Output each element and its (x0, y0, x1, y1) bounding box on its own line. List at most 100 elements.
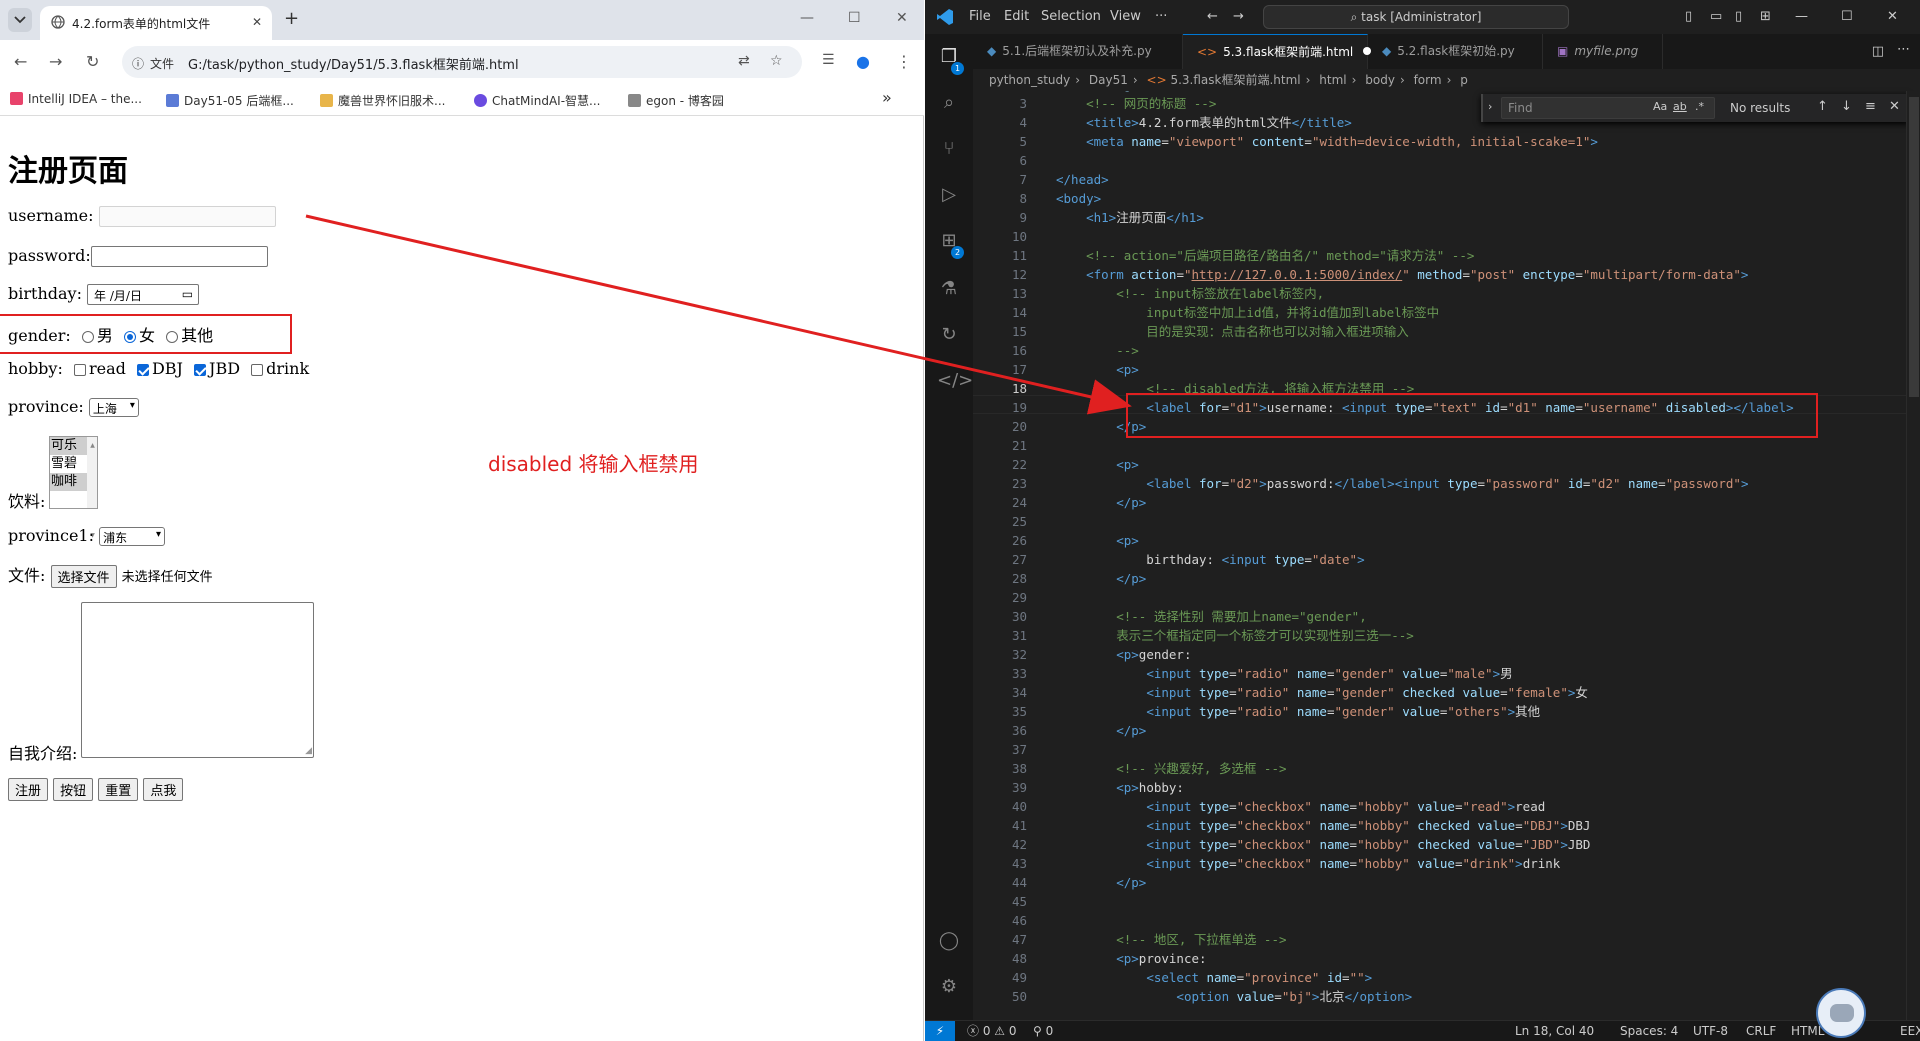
choose-file-button[interactable]: 选择文件 (50, 565, 117, 588)
editor-scrollbar[interactable] (1906, 91, 1920, 1020)
profile-avatar-icon[interactable]: ● (856, 52, 870, 71)
nav-back-icon[interactable]: ← (1207, 9, 1218, 24)
close-window-button[interactable]: ✕ (896, 10, 908, 26)
chevron-right-icon[interactable]: › (1488, 100, 1492, 113)
code-line[interactable]: 41 <input type="checkbox" name="hobby" c… (973, 816, 1920, 835)
menu-edit[interactable]: Edit (1004, 9, 1029, 24)
hobby-checkbox-read[interactable] (73, 363, 86, 376)
reload-icon[interactable]: ↻ (86, 52, 99, 71)
bookmark-item[interactable]: egon - 博客园 (628, 92, 724, 109)
reading-list-icon[interactable]: ☰ (822, 52, 835, 68)
code-line[interactable]: 49 <select name="province" id=""> (973, 968, 1920, 987)
code-line[interactable]: 21 (973, 436, 1920, 455)
editor-tab[interactable]: ▣ myfile.png (1543, 34, 1663, 69)
match-case-icon[interactable]: Aa (1653, 100, 1667, 113)
translate-icon[interactable]: ⇄ (738, 53, 750, 69)
password-label[interactable]: password: (8, 246, 91, 265)
click-me-button[interactable]: 点我 (143, 778, 184, 801)
plain-button[interactable]: 按钮 (53, 778, 94, 801)
code-line[interactable]: 5 <meta name="viewport" content="width=d… (973, 132, 1920, 151)
code-line[interactable]: 25 (973, 512, 1920, 531)
code-line[interactable]: 11 <!-- action="后端项目路径/路由名/" method="请求方… (973, 246, 1920, 265)
line-ending[interactable]: CRLF (1746, 1021, 1776, 1041)
bookmark-item[interactable]: 魔兽世界怀旧服术... (320, 92, 445, 109)
address-bar[interactable]: ⓘ 文件 G:/task/python_study/Day51/5.3.flas… (122, 46, 802, 78)
hobby-checkbox-dbj[interactable] (136, 363, 149, 376)
breadcrumb-item[interactable]: html (1319, 73, 1346, 87)
cursor-position[interactable]: Ln 18, Col 40 (1515, 1021, 1594, 1041)
customize-layout-icon[interactable]: ⊞ (1760, 9, 1771, 24)
menu-view[interactable]: View (1110, 9, 1141, 24)
back-arrow-icon[interactable]: ← (14, 52, 27, 71)
next-match-icon[interactable]: ↓ (1841, 99, 1852, 114)
ports-indicator[interactable]: ⚲ 0 (1033, 1021, 1053, 1041)
source-control-icon[interactable]: ⑂ (937, 138, 961, 162)
account-icon[interactable]: ◯ (937, 930, 961, 954)
close-find-icon[interactable]: ✕ (1889, 99, 1900, 114)
listbox-scrollbar[interactable]: ▲ ▼ (87, 437, 97, 539)
code-line[interactable]: 39 <p>hobby: (973, 778, 1920, 797)
code-line[interactable]: 42 <input type="checkbox" name="hobby" c… (973, 835, 1920, 854)
close-window-button[interactable]: ✕ (1887, 9, 1898, 24)
code-line[interactable]: 38 <!-- 兴趣爱好, 多选框 --> (973, 759, 1920, 778)
province1-select[interactable]: 浦东 ▾ (99, 527, 166, 546)
bookmarks-overflow-button[interactable]: » (882, 88, 892, 107)
nav-forward-icon[interactable]: → (1233, 9, 1244, 24)
maximize-button[interactable]: ☐ (1841, 9, 1853, 24)
run-debug-icon[interactable]: ▷ (937, 184, 961, 208)
intro-textarea[interactable]: ◢ (81, 602, 314, 758)
bookmark-item[interactable]: ChatMindAI-智慧... (474, 92, 600, 109)
problems-indicator[interactable]: ⓧ 0 ⚠ 0 (967, 1021, 1017, 1041)
code-line[interactable]: 33 <input type="radio" name="gender" val… (973, 664, 1920, 683)
code-line[interactable]: 45 (973, 892, 1920, 911)
code-line[interactable]: 32 <p>gender: (973, 645, 1920, 664)
code-line[interactable]: 12 <form action="http://127.0.0.1:5000/i… (973, 265, 1920, 284)
code-icon[interactable]: </> (937, 370, 973, 394)
code-line[interactable]: 28 </p> (973, 569, 1920, 588)
find-in-selection-icon[interactable]: ≡ (1865, 99, 1876, 114)
tab-search-button[interactable] (8, 8, 32, 32)
status-tail[interactable]: EEX (1900, 1021, 1920, 1041)
bookmark-item[interactable]: IntelliJ IDEA – the... (10, 92, 142, 106)
bookmark-star-icon[interactable]: ☆ (770, 53, 783, 69)
assistant-avatar-icon[interactable] (1816, 988, 1866, 1038)
code-line[interactable]: 29 (973, 588, 1920, 607)
code-line[interactable]: 37 (973, 740, 1920, 759)
testing-flask-icon[interactable]: ⚗ (937, 278, 961, 302)
code-line[interactable]: 13 <!-- input标签放在label标签内, (973, 284, 1920, 303)
code-line[interactable]: 34 <input type="radio" name="gender" che… (973, 683, 1920, 702)
previous-match-icon[interactable]: ↑ (1817, 99, 1828, 114)
code-line[interactable]: 40 <input type="checkbox" name="hobby" v… (973, 797, 1920, 816)
editor-tab-active[interactable]: <> 5.3.flask框架前端.html (1183, 34, 1372, 69)
maximize-button[interactable]: ☐ (848, 10, 861, 26)
bookmark-item[interactable]: Day51-05 后端框... (166, 92, 294, 109)
code-line[interactable]: 8 <body> (973, 189, 1920, 208)
split-editor-icon[interactable]: ◫ (1872, 44, 1884, 59)
code-line[interactable]: 48 <p>province: (973, 949, 1920, 968)
province-select[interactable]: 上海 ▾ (88, 398, 139, 417)
birthday-date-input[interactable]: 年 /月/日 ▭ (87, 284, 200, 305)
register-button[interactable]: 注册 (8, 778, 49, 801)
code-line[interactable]: 14 input标签中加上id值，并将id值加到label标签中 (973, 303, 1920, 322)
menu-more[interactable]: ··· (1155, 9, 1167, 24)
toggle-secondary-sidebar-icon[interactable]: ▯ (1735, 9, 1742, 24)
code-line[interactable]: 47 <!-- 地区, 下拉框单选 --> (973, 930, 1920, 949)
gear-icon[interactable]: ⚙ (937, 976, 961, 1000)
editor-tab[interactable]: ◆ 5.1.后端框架初认及补充.py (973, 34, 1183, 69)
username-label[interactable]: username: (8, 206, 94, 225)
url-text[interactable]: G:/task/python_study/Day51/5.3.flask框架前端… (188, 54, 519, 73)
info-icon[interactable]: ⓘ (132, 55, 144, 72)
toggle-sidebar-icon[interactable]: ▯ (1685, 9, 1692, 24)
minimize-button[interactable]: — (1795, 9, 1808, 24)
code-line[interactable]: 36 </p> (973, 721, 1920, 740)
command-center-search[interactable]: ⌕ task [Administrator] (1263, 5, 1569, 29)
resize-grip-icon[interactable]: ◢ (305, 746, 312, 756)
search-icon[interactable]: ⌕ (937, 92, 961, 116)
forward-arrow-icon[interactable]: → (49, 52, 62, 71)
regex-icon[interactable]: .* (1695, 100, 1704, 113)
code-line[interactable]: 27 birthday: <input type="date"> (973, 550, 1920, 569)
remote-indicator-icon[interactable]: ⚡ (925, 1021, 955, 1041)
code-line[interactable]: 6 (973, 151, 1920, 170)
breadcrumb-item[interactable]: Day51 (1089, 73, 1128, 87)
menu-file[interactable]: File (969, 9, 991, 24)
